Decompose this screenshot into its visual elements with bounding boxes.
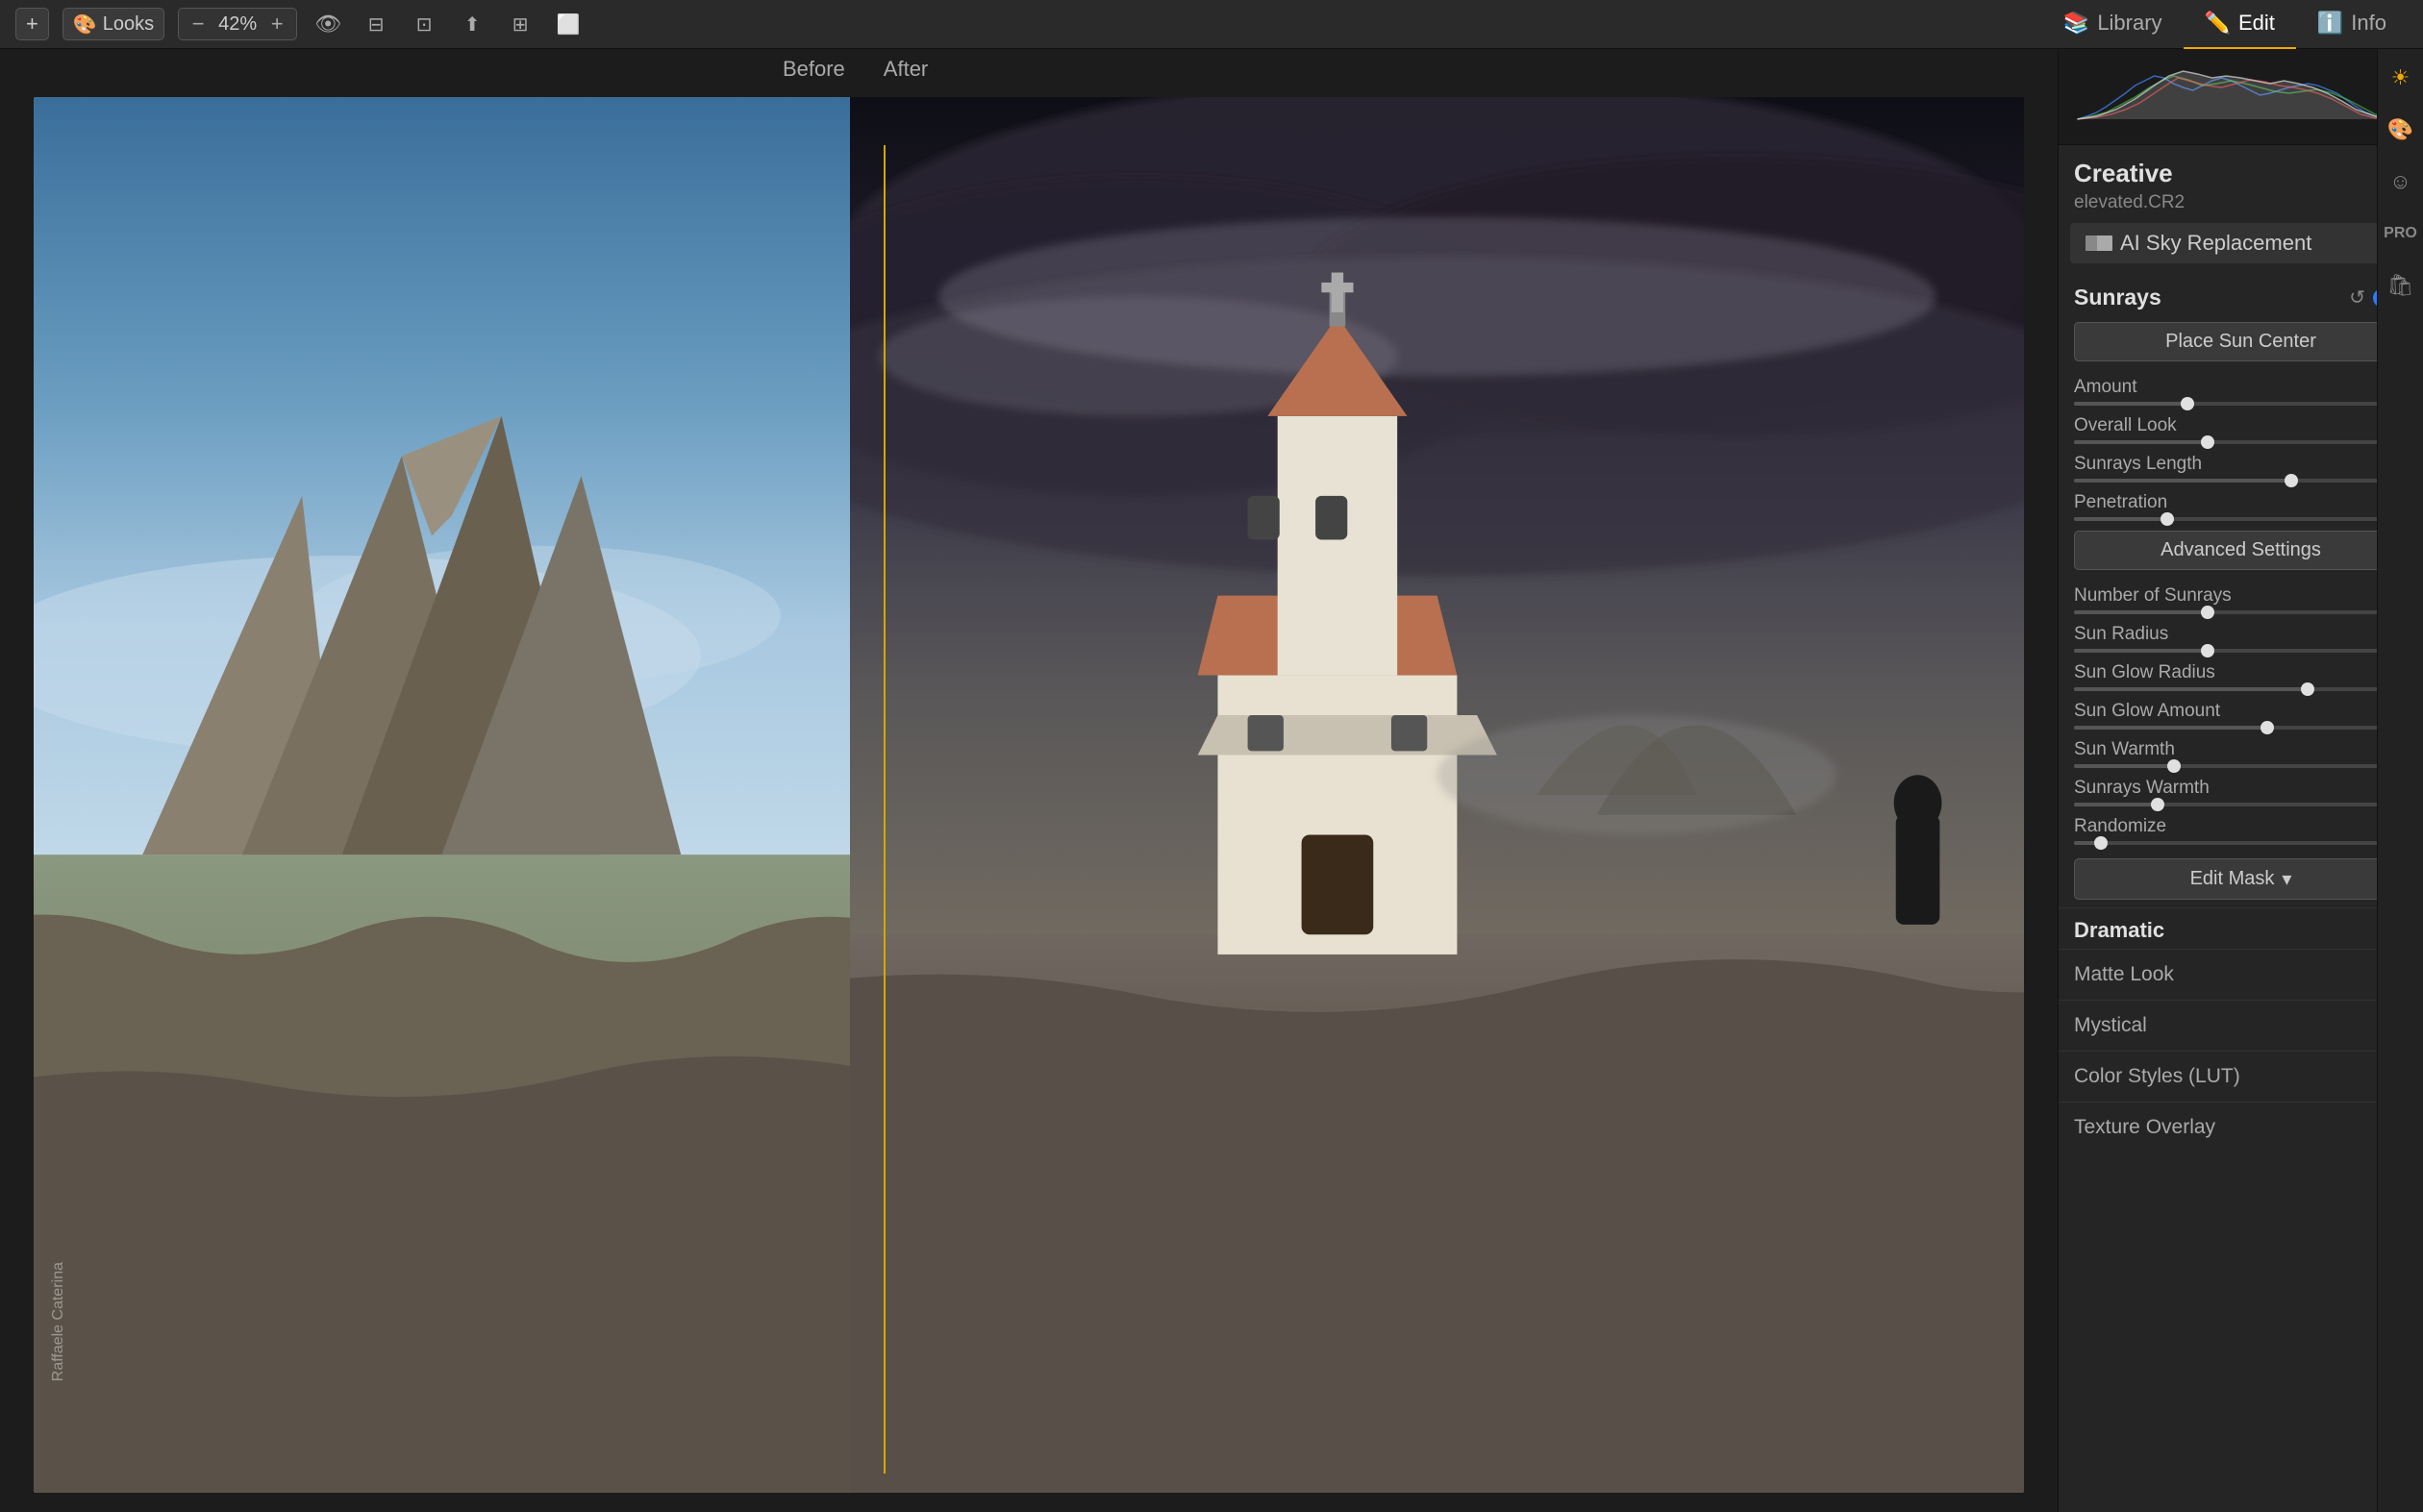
place-sun-center-button[interactable]: Place Sun Center (2074, 322, 2408, 361)
ai-badge-text: AI Sky Replacement (2120, 231, 2311, 256)
watermark: Raffaele Caterina (50, 1262, 67, 1381)
palette-icon-btn[interactable]: 🎨 (2384, 112, 2418, 147)
slider-overall-look-label: Overall Look (2074, 415, 2177, 436)
slider-sun-glow-amount-track[interactable] (2074, 726, 2408, 730)
toolbar-right: 📚 Library ✏️ Edit ℹ️ Info (2042, 0, 2408, 49)
slider-penetration: Penetration 28 (2059, 488, 2423, 527)
slider-number-sunrays-track[interactable] (2074, 610, 2408, 614)
slider-sun-glow-radius-label: Sun Glow Radius (2074, 662, 2215, 683)
panel-content: Creative elevated.CR2 AI Sky Replacement… (2059, 145, 2423, 1512)
tab-edit[interactable]: ✏️ Edit (2184, 0, 2296, 49)
sun-icon-btn[interactable]: ☀ (2384, 61, 2418, 95)
looks-icon: 🎨 (73, 12, 97, 37)
slider-amount: Amount 34 (2059, 373, 2423, 411)
slider-sun-radius: Sun Radius 40 (2059, 620, 2423, 658)
ai-badge[interactable]: AI Sky Replacement (2070, 223, 2411, 263)
fullscreen-icon[interactable]: ⬜ (551, 8, 586, 40)
slider-overall-look-track[interactable] (2074, 440, 2408, 444)
slider-sun-glow-radius-track[interactable] (2074, 687, 2408, 691)
export-icon[interactable]: ⬆ (455, 8, 489, 40)
slider-penetration-track[interactable] (2074, 517, 2408, 521)
edit-icon: ✏️ (2205, 11, 2231, 36)
tab-info[interactable]: ℹ️ Info (2296, 0, 2408, 49)
right-panel: ⊞ ⊟ Creative elevated.CR2 AI Sky Replace… (2058, 49, 2423, 1512)
dramatic-label: Dramatic (2074, 918, 2164, 942)
library-label: Library (2097, 11, 2161, 36)
slider-randomize-label: Randomize (2074, 816, 2166, 837)
slider-sun-glow-radius: Sun Glow Radius 70 (2059, 658, 2423, 697)
before-label: Before (0, 49, 864, 89)
slider-sunrays-length-label: Sunrays Length (2074, 454, 2202, 475)
face-icon-btn[interactable]: ☺ (2384, 164, 2418, 199)
info-label: Info (2351, 11, 2386, 36)
right-side-icons: ☀ 🎨 ☺ PRO 🛍 (2377, 49, 2423, 1512)
slider-amount-label: Amount (2074, 377, 2136, 398)
slider-randomize-track[interactable] (2074, 841, 2408, 845)
looks-button[interactable]: 🎨 Looks (62, 8, 164, 40)
slider-randomize: Randomize 8 (2059, 812, 2423, 851)
ai-badge-icon (2086, 235, 2112, 251)
photo-wrapper: Raffaele Caterina (34, 97, 2024, 1493)
eye-icon[interactable]: 👁 (311, 8, 345, 40)
slider-sun-glow-amount-label: Sun Glow Amount (2074, 701, 2220, 722)
slider-sun-radius-label: Sun Radius (2074, 624, 2168, 645)
section-mystical[interactable]: Mystical (2059, 1000, 2423, 1051)
after-label: After (864, 49, 2058, 89)
slider-penetration-label: Penetration (2074, 492, 2167, 513)
add-button[interactable]: + (15, 8, 49, 40)
pro-icon-btn[interactable]: PRO (2384, 216, 2418, 251)
slider-amount-track[interactable] (2074, 402, 2408, 406)
canvas-area: Before After (0, 49, 2058, 1512)
tab-library[interactable]: 📚 Library (2042, 0, 2184, 49)
panel-section-title: Creative (2059, 145, 2423, 192)
zoom-minus-button[interactable]: − (187, 12, 210, 36)
photo-container: Raffaele Caterina (34, 97, 2024, 1493)
bag-icon-btn[interactable]: 🛍 (2384, 268, 2418, 303)
photo-after (850, 97, 2024, 1493)
photo-before: Raffaele Caterina (34, 97, 850, 1493)
section-texture-overlay[interactable]: Texture Overlay (2059, 1102, 2423, 1153)
slider-sun-glow-amount: Sun Glow Amount 60 (2059, 697, 2423, 735)
info-icon: ℹ️ (2317, 11, 2343, 36)
toolbar-left: + 🎨 Looks − 42% + 👁 ⊟ ⊡ ⬆ ⊞ ⬜ (15, 8, 2031, 40)
histogram-chart (2070, 57, 2411, 122)
split-divider[interactable] (884, 145, 886, 1474)
library-icon: 📚 (2063, 11, 2089, 36)
slider-overall-look: Overall Look 40 (2059, 411, 2423, 450)
histogram-area: ⊞ ⊟ (2059, 49, 2423, 145)
edit-mask-label: Edit Mask (2190, 868, 2275, 890)
zoom-group: − 42% + (178, 8, 297, 40)
slider-sunrays-length-track[interactable] (2074, 479, 2408, 483)
sunrays-header: Sunrays ↺ (2059, 275, 2423, 318)
edit-label: Edit (2238, 11, 2275, 36)
section-color-styles[interactable]: Color Styles (LUT) (2059, 1051, 2423, 1102)
looks-label: Looks (103, 13, 154, 36)
dramatic-section-title: Dramatic (2059, 907, 2423, 949)
grid-icon[interactable]: ⊞ (503, 8, 537, 40)
section-matte-look[interactable]: Matte Look (2059, 949, 2423, 1000)
slider-sunrays-length: Sunrays Length 65 (2059, 450, 2423, 488)
panel-file-name: elevated.CR2 (2059, 192, 2423, 223)
slider-sunrays-warmth-track[interactable] (2074, 803, 2408, 806)
slider-number-sunrays: Number of Sunrays 22 (2059, 582, 2423, 620)
main-area: Before After (0, 49, 2423, 1512)
toolbar: + 🎨 Looks − 42% + 👁 ⊟ ⊡ ⬆ ⊞ ⬜ 📚 Library … (0, 0, 2423, 49)
sunrays-title: Sunrays (2074, 285, 2161, 310)
slider-sun-radius-track[interactable] (2074, 649, 2408, 653)
chevron-down-icon: ▾ (2282, 867, 2291, 891)
slider-sunrays-warmth: Sunrays Warmth 25 (2059, 774, 2423, 812)
zoom-value: 42% (213, 13, 262, 36)
edit-mask-button[interactable]: Edit Mask ▾ (2074, 858, 2408, 900)
slider-sun-warmth-track[interactable] (2074, 764, 2408, 768)
slider-sunrays-warmth-label: Sunrays Warmth (2074, 778, 2210, 799)
zoom-plus-button[interactable]: + (265, 12, 288, 36)
advanced-settings-button[interactable]: Advanced Settings (2074, 531, 2408, 570)
slider-sun-warmth: Sun Warmth 30 (2059, 735, 2423, 774)
slider-sun-warmth-label: Sun Warmth (2074, 739, 2175, 760)
overlay-icon[interactable]: ⊟ (359, 8, 393, 40)
slider-number-sunrays-label: Number of Sunrays (2074, 585, 2232, 607)
sunrays-reset-button[interactable]: ↺ (2349, 285, 2365, 310)
crop-icon[interactable]: ⊡ (407, 8, 441, 40)
before-after-labels: Before After (0, 49, 2058, 89)
